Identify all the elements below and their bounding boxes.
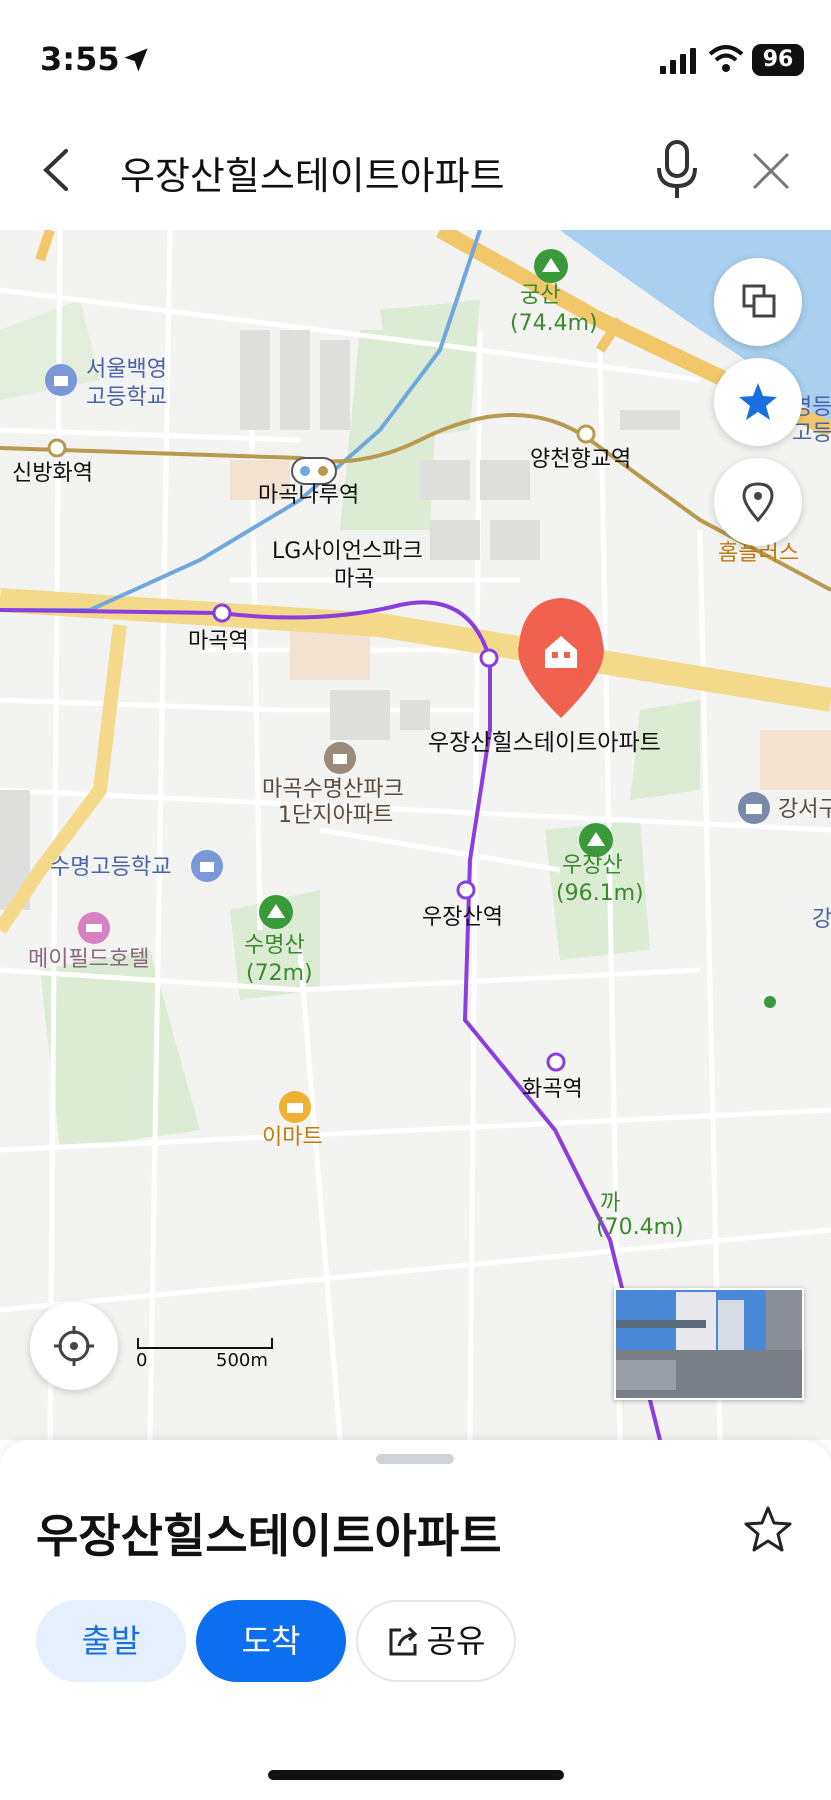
station-label: 화곡역	[522, 1077, 583, 1102]
poi-label: (74.4m)	[510, 311, 598, 336]
status-time: 3:55	[40, 40, 120, 78]
poi-label: 수명산	[244, 933, 305, 958]
shopping-icon	[279, 1091, 311, 1123]
street-view-thumbnail[interactable]	[614, 1288, 804, 1400]
poi-label: 강서구	[778, 797, 831, 822]
street-view-image	[616, 1290, 802, 1398]
poi-label: LG사이언스파크	[272, 539, 423, 564]
microphone-icon[interactable]	[655, 140, 699, 202]
mountain-icon	[259, 895, 293, 929]
map-base	[0, 230, 831, 1440]
scale-zero-label: 0	[136, 1350, 148, 1371]
share-icon	[389, 1626, 417, 1656]
scale-bar	[137, 1338, 273, 1349]
main-road	[35, 230, 55, 262]
map-layers-button[interactable]	[714, 258, 802, 346]
star-outline-icon[interactable]	[742, 1504, 794, 1556]
sheet-handle[interactable]	[376, 1454, 454, 1464]
location-arrow-icon	[124, 48, 148, 72]
departure-button[interactable]: 출발	[36, 1600, 186, 1682]
place-bottom-sheet: 우장산힐스테이트아파트 출발 도착 공유	[0, 1440, 831, 1800]
transfer-station-marker	[291, 457, 337, 485]
status-bar: 3:55 96	[0, 0, 831, 120]
destination-label[interactable]: 우장산힐스테이트아파트	[428, 730, 661, 757]
station-label: 신방화역	[12, 461, 93, 486]
layers-icon	[742, 284, 776, 318]
poi-label: (72m)	[246, 961, 313, 986]
share-button[interactable]: 공유	[356, 1600, 516, 1682]
current-location-button[interactable]	[30, 1302, 118, 1390]
hotel-icon	[78, 912, 110, 944]
map-scale: 0 500m	[136, 1350, 276, 1371]
favorites-button[interactable]	[714, 358, 802, 446]
close-icon[interactable]	[750, 150, 792, 192]
back-icon[interactable]	[38, 145, 74, 195]
battery-indicator: 96	[752, 44, 804, 76]
apartment-icon	[324, 742, 356, 774]
scale-distance-label: 500m	[216, 1350, 268, 1371]
poi-label: 궁산	[520, 283, 561, 308]
star-icon	[739, 383, 777, 420]
station-label: 마곡역	[188, 629, 249, 654]
mountain-icon	[534, 249, 568, 283]
government-icon	[738, 792, 770, 824]
poi-label: 1단지아파트	[278, 803, 394, 828]
location-pin-icon	[742, 482, 774, 523]
school-icon	[191, 850, 223, 882]
poi-label: 수명고등학교	[50, 855, 172, 880]
poi-label: 서울백영	[86, 357, 167, 382]
poi-label: 우장산	[562, 853, 623, 878]
crosshair-icon	[54, 1326, 94, 1366]
poi-label: 까	[600, 1191, 621, 1216]
poi-label: 강	[812, 907, 831, 932]
destination-pin-icon	[518, 598, 604, 718]
place-title: 우장산힐스테이트아파트	[36, 1509, 502, 1563]
cellular-signal-icon	[660, 48, 696, 74]
poi-label: 고등	[792, 421, 831, 446]
location-pin-button[interactable]	[714, 458, 802, 546]
search-query[interactable]: 우장산힐스테이트아파트	[120, 145, 505, 200]
poi-label: 마곡	[334, 567, 375, 592]
station-label: 마곡나루역	[258, 483, 360, 508]
school-icon	[45, 364, 77, 396]
poi-dot	[764, 996, 776, 1008]
poi-label: 메이필드호텔	[28, 947, 150, 972]
wifi-icon	[708, 45, 744, 72]
station-label: 우장산역	[422, 905, 503, 930]
share-label: 공유	[426, 1622, 486, 1660]
station-label: 양천향교역	[530, 447, 632, 472]
poi-label: 고등학교	[86, 385, 167, 410]
poi-label: 마곡수명산파크	[262, 777, 404, 802]
poi-label: (96.1m)	[556, 881, 644, 906]
poi-label: 이마트	[262, 1125, 323, 1150]
poi-label: (70.4m)	[596, 1215, 684, 1240]
arrival-button[interactable]: 도착	[196, 1600, 346, 1682]
map-view[interactable]: 궁산 (74.4m) 서울백영 고등학교 영등 고등 신방화역 마곡나루역 양천…	[0, 230, 831, 1440]
home-indicator	[268, 1770, 564, 1780]
